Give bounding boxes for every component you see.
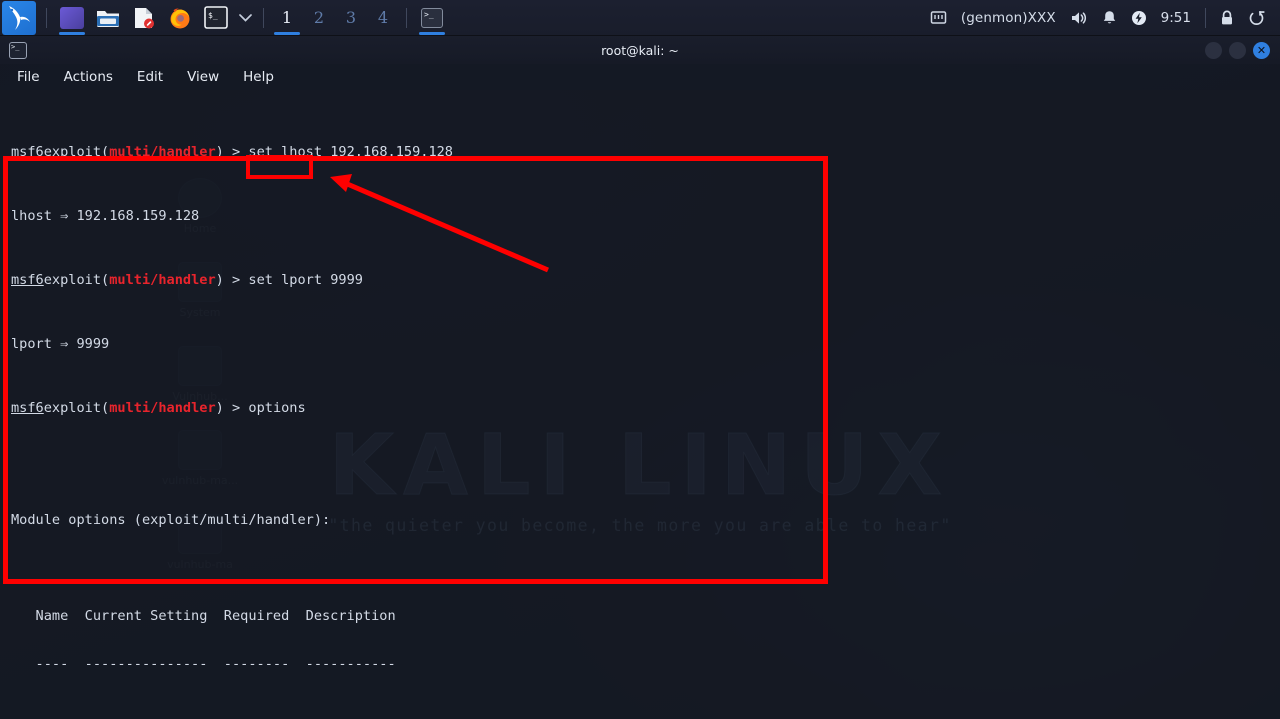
prompt-suffix: ) > (215, 144, 249, 160)
chevron-down-icon (238, 13, 252, 22)
panel-divider (406, 7, 407, 28)
purple-tile-icon (60, 6, 84, 29)
workspace-label: 3 (345, 8, 357, 27)
launcher-firefox[interactable] (162, 0, 198, 36)
document-forbidden-icon (135, 7, 154, 28)
prompt-module: multi/handler (109, 272, 216, 288)
module-options-rule: ---- --------------- -------- ----------… (11, 656, 396, 672)
bell-icon (1103, 10, 1115, 23)
launcher-text-editor[interactable] (126, 0, 162, 36)
menu-actions[interactable]: Actions (61, 68, 116, 86)
prompt-prefix: exploit( (43, 144, 110, 160)
logout-icon (1249, 10, 1265, 25)
menu-edit[interactable]: Edit (134, 68, 166, 86)
prompt-module: multi/handler (109, 144, 216, 160)
speaker-icon (1071, 11, 1086, 24)
launcher-indicator (59, 31, 85, 35)
prompt-suffix: ) > (215, 400, 249, 416)
terminal-command-options: options (248, 400, 306, 416)
launcher-dropdown[interactable] (234, 0, 256, 36)
menu-view[interactable]: View (184, 68, 222, 86)
close-button[interactable]: ✕ (1253, 41, 1270, 59)
firefox-icon (170, 8, 190, 28)
module-options-columns: Name Current Setting Required Descriptio… (11, 608, 396, 624)
tray-genmon[interactable]: (genmon)XXX (954, 0, 1063, 36)
module-options-header: Module options (exploit/multi/handler): (11, 512, 331, 528)
svg-text:$_: $_ (208, 11, 218, 20)
workspace-label: 1 (281, 8, 293, 27)
dragon-glyph (9, 5, 30, 30)
workspace-label: 2 (313, 8, 325, 27)
terminal-window: root@kali: ~ ✕ File Actions Edit View He… (0, 36, 1280, 719)
menu-file[interactable]: File (14, 68, 43, 86)
menu-bar: File Actions Edit View Help (0, 64, 1280, 90)
workspace-1[interactable]: 1 (271, 0, 303, 36)
terminal-command: set lport 9999 (248, 272, 363, 288)
terminal-icon: $_ (204, 6, 228, 29)
panel-divider (46, 7, 47, 28)
system-tray: (genmon)XXX 9:51 (923, 0, 1280, 36)
panel-left-group: $_ 1 2 3 4 (0, 0, 450, 36)
maximize-button[interactable] (1229, 41, 1246, 59)
panel-divider (263, 7, 264, 28)
power-bolt-icon (1131, 10, 1146, 25)
taskbar-item-terminal[interactable] (414, 0, 450, 36)
prompt-module: multi/handler (109, 400, 216, 416)
launcher-file-manager[interactable] (90, 0, 126, 36)
folder-icon (97, 11, 119, 27)
tray-volume[interactable] (1063, 0, 1095, 36)
tray-power[interactable] (1124, 0, 1154, 36)
prompt-prefix: exploit( (43, 272, 110, 288)
tray-lock[interactable] (1213, 0, 1241, 36)
prompt-suffix: ) > (215, 272, 249, 288)
terminal-output[interactable]: msf6exploit(multi/handler) > set lhost 1… (0, 90, 1280, 719)
workspace-switcher: 1 2 3 4 (271, 0, 399, 36)
workspace-4[interactable]: 4 (367, 0, 399, 36)
tray-logout[interactable] (1241, 0, 1272, 36)
window-title: root@kali: ~ (601, 42, 679, 58)
tray-notifications[interactable] (1095, 0, 1124, 36)
menu-help[interactable]: Help (240, 68, 277, 86)
prompt-prefix: exploit( (43, 400, 110, 416)
lock-icon (1222, 10, 1232, 24)
tray-clock[interactable]: 9:51 (1154, 0, 1198, 36)
prompt-user: msf6 (11, 144, 44, 160)
network-ethernet-icon (930, 11, 947, 24)
terminal-icon (421, 7, 443, 28)
top-panel: $_ 1 2 3 4 >_ (genmon)XXX 9:51 (0, 0, 1280, 36)
workspace-3[interactable]: 3 (335, 0, 367, 36)
terminal-body[interactable]: KALI LINUX "the quieter you become, the … (0, 90, 1280, 719)
prompt-user: msf6 (11, 400, 44, 416)
workspace-indicator (274, 31, 300, 35)
tray-divider (1205, 7, 1206, 28)
terminal-line-prompt: msf6exploit(multi/handler) > set lhost 1… (11, 144, 1280, 160)
kali-dragon-logo[interactable] (2, 0, 36, 35)
launcher-terminal[interactable]: $_ (198, 0, 234, 36)
terminal-line-output: lport ⇒ 9999 (11, 336, 110, 352)
window-titlebar[interactable]: root@kali: ~ ✕ (0, 36, 1280, 64)
tray-network[interactable] (923, 0, 954, 36)
workspace-label: 4 (377, 8, 389, 27)
terminal-line-output: lhost ⇒ 192.168.159.128 (11, 208, 200, 224)
terminal-command: set lhost 192.168.159.128 (248, 144, 453, 160)
prompt-user: msf6 (11, 272, 44, 288)
genmon-label: (genmon)XXX (960, 9, 1056, 26)
clock-label: 9:51 (1160, 9, 1191, 26)
launcher-app-browser-tile[interactable] (54, 0, 90, 36)
terminal-line-prompt: msf6exploit(multi/handler) > set lport 9… (11, 272, 1280, 288)
minimize-button[interactable] (1205, 41, 1222, 59)
taskbar-active-indicator (419, 31, 445, 35)
window-controls: ✕ (1205, 41, 1280, 59)
terminal-line-prompt-options: msf6exploit(multi/handler) > options (11, 400, 1280, 416)
terminal-icon (9, 41, 27, 59)
workspace-2[interactable]: 2 (303, 0, 335, 36)
